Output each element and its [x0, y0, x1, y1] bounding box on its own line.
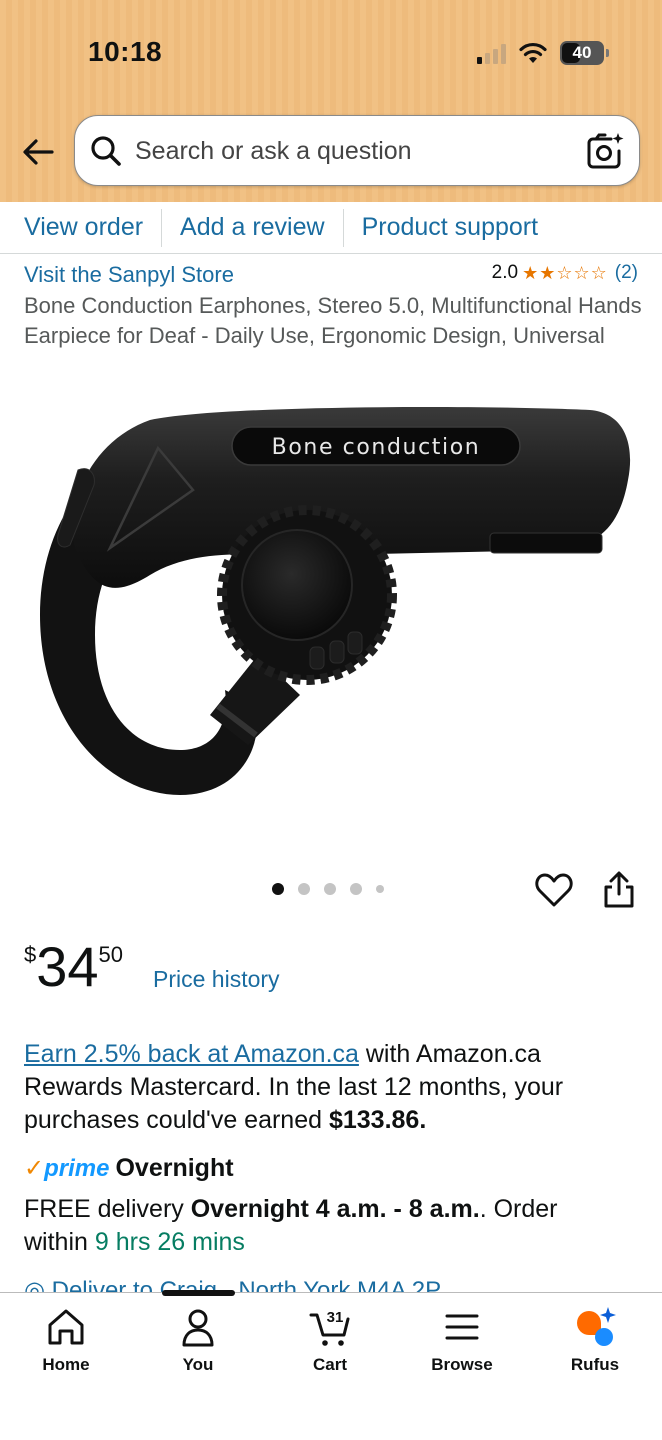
menu-icon	[445, 1314, 479, 1340]
view-order-link[interactable]: View order	[0, 209, 161, 247]
delivery-window: Overnight 4 a.m. - 8 a.m.	[190, 1195, 480, 1223]
price-symbol: $	[24, 942, 37, 967]
delivery-info: FREE delivery Overnight 4 a.m. - 8 a.m..…	[24, 1193, 624, 1259]
nav-browse-label: Browse	[431, 1355, 493, 1374]
rating-value: 2.0	[491, 262, 519, 283]
product-image[interactable]: Bone conduction	[0, 385, 662, 845]
camera-lens-icon[interactable]	[585, 131, 625, 171]
prime-logo: prime	[44, 1154, 110, 1182]
rating-count[interactable]: (2)	[615, 262, 638, 284]
battery-icon: 40	[560, 41, 609, 65]
rating-summary[interactable]: 2.0 ★ ★ ☆ ☆ ☆ (2)	[492, 262, 638, 284]
nav-rufus[interactable]: Rufus	[545, 1305, 645, 1385]
product-title: Bone Conduction Earphones, Stereo 5.0, M…	[24, 293, 642, 348]
cellular-signal-icon	[477, 42, 506, 64]
cart-icon: 31	[309, 1309, 350, 1346]
nav-home[interactable]: Home	[16, 1305, 116, 1385]
price-whole: 34	[36, 935, 99, 998]
delivery-prefix: FREE delivery	[24, 1195, 191, 1223]
add-review-link[interactable]: Add a review	[162, 209, 343, 247]
order-links-bar: View order Add a review Product support	[0, 202, 662, 254]
star-empty-icon: ☆	[573, 263, 590, 283]
carousel-dot[interactable]	[272, 883, 284, 895]
battery-level: 40	[572, 43, 592, 62]
nav-you-label: You	[182, 1355, 214, 1374]
price: $ 34 50	[24, 938, 123, 996]
product-image-label: Bone conduction	[272, 435, 481, 460]
status-icons: 40	[477, 38, 609, 68]
nav-cart[interactable]: 31 Cart	[280, 1305, 380, 1385]
home-icon	[48, 1309, 84, 1345]
carousel-dot[interactable]	[350, 883, 362, 895]
prime-check-icon: ✓	[24, 1154, 45, 1182]
rewards-offer: Earn 2.5% back at Amazon.ca with Amazon.…	[24, 1038, 624, 1137]
search-icon	[91, 136, 121, 166]
rewards-amount: $133.86.	[328, 1106, 427, 1134]
price-history-link[interactable]: Price history	[153, 966, 280, 993]
active-tab-indicator	[162, 1290, 235, 1296]
bottom-nav: Home You 31 Cart Browse Rufus	[0, 1290, 662, 1440]
star-filled-icon: ★	[539, 263, 556, 283]
wifi-icon	[519, 42, 547, 63]
back-arrow-icon[interactable]	[18, 132, 58, 172]
star-empty-icon: ☆	[590, 263, 607, 283]
nav-home-label: Home	[42, 1355, 90, 1374]
carousel-dot[interactable]	[376, 885, 384, 893]
rating-stars: ★ ★ ☆ ☆ ☆	[522, 264, 607, 282]
price-fraction: 50	[98, 942, 124, 967]
image-carousel-dots[interactable]	[272, 883, 384, 895]
nav-browse[interactable]: Browse	[412, 1305, 512, 1385]
star-empty-icon: ☆	[556, 263, 573, 283]
product-support-link[interactable]: Product support	[344, 209, 557, 247]
store-link[interactable]: Visit the Sanpyl Store	[24, 262, 234, 288]
rufus-icon	[577, 1307, 616, 1346]
delivery-countdown: 9 hrs 26 mins	[94, 1228, 245, 1256]
nav-you[interactable]: You	[148, 1305, 248, 1385]
status-time: 10:18	[88, 36, 163, 67]
prime-badge: ✓ prime Overnight	[24, 1154, 234, 1183]
share-icon[interactable]	[600, 870, 638, 910]
search-input[interactable]	[135, 128, 575, 174]
prime-speed: Overnight	[115, 1154, 234, 1182]
carousel-dot[interactable]	[324, 883, 336, 895]
app-header: 10:18 40	[0, 0, 662, 202]
cart-count: 31	[327, 1309, 344, 1326]
search-bar[interactable]	[74, 115, 640, 186]
nav-rufus-label: Rufus	[570, 1355, 620, 1374]
heart-icon[interactable]	[534, 870, 574, 910]
carousel-dot[interactable]	[298, 883, 310, 895]
nav-cart-label: Cart	[312, 1355, 347, 1374]
person-icon	[182, 1309, 214, 1347]
rewards-link[interactable]: Earn 2.5% back at Amazon.ca	[24, 1040, 359, 1068]
star-filled-icon: ★	[522, 263, 539, 283]
store-row: Visit the Sanpyl Store 2.0 ★ ★ ☆ ☆ ☆ (2)	[24, 262, 638, 292]
